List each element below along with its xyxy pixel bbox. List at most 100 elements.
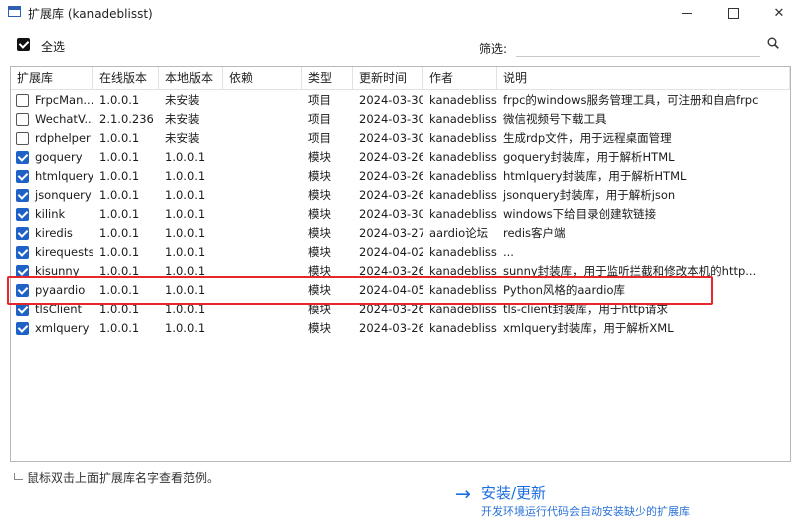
window-title: 扩展库 (kanadeblisst) — [28, 7, 153, 21]
row-checkbox[interactable] — [16, 208, 29, 221]
row-checkbox[interactable] — [16, 113, 29, 126]
table-row[interactable]: xmlquery 1.0.0.1 1.0.0.1 模块 2024-03-26 kanade… — [11, 319, 790, 338]
cell-desc: jsonquery封装库，用于解析json — [503, 188, 676, 202]
cell-date: 2024-03-30 — [359, 207, 423, 221]
column-header-desc[interactable]: 说明 — [497, 67, 790, 89]
column-header-online[interactable]: 在线版本 — [93, 67, 159, 89]
cell-date: 2024-03-30 — [359, 93, 423, 107]
cell-deps — [223, 205, 302, 224]
table-row[interactable]: WechatV... 2.1.0.236 未安装 项目 2024-03-30 kanade… — [11, 110, 790, 129]
cell-local: 未安装 — [165, 131, 200, 145]
row-checkbox[interactable] — [16, 227, 29, 240]
row-checkbox[interactable] — [16, 151, 29, 164]
column-header-name[interactable]: 扩展库 — [11, 67, 93, 89]
cell-deps — [223, 243, 302, 262]
cell-desc: xmlquery封装库，用于解析XML — [503, 321, 674, 335]
row-checkbox[interactable] — [16, 246, 29, 259]
cell-type: 模块 — [308, 207, 331, 221]
cell-author: kanadeblisst — [429, 112, 497, 126]
cell-name: xmlquery — [35, 321, 90, 335]
hint-bracket-icon — [14, 473, 23, 480]
cell-online: 1.0.0.1 — [99, 245, 140, 259]
row-checkbox[interactable] — [16, 94, 29, 107]
cell-type: 模块 — [308, 226, 331, 240]
cell-local: 1.0.0.1 — [165, 207, 206, 221]
cell-name: WechatV... — [35, 112, 93, 126]
cell-deps — [223, 319, 302, 338]
row-checkbox[interactable] — [16, 189, 29, 202]
close-icon: ✕ — [773, 5, 785, 21]
column-header-author[interactable]: 作者 — [423, 67, 497, 89]
table-row[interactable]: jsonquery 1.0.0.1 1.0.0.1 模块 2024-03-26 kanad… — [11, 186, 790, 205]
cell-online: 1.0.0.1 — [99, 226, 140, 240]
column-header-deps[interactable]: 依赖 — [223, 67, 302, 89]
table-row[interactable]: kiredis 1.0.0.1 1.0.0.1 模块 2024-03-27 aardio论… — [11, 224, 790, 243]
maximize-button[interactable] — [710, 0, 756, 26]
cell-desc: frpc的windows服务管理工具，可注册和自启frpc — [503, 93, 759, 107]
cell-name: FrpcMan... — [35, 93, 93, 107]
cell-online: 1.0.0.1 — [99, 207, 140, 221]
cell-local: 1.0.0.1 — [165, 321, 206, 335]
cell-date: 2024-03-30 — [359, 131, 423, 145]
cell-author: kanadeblisst — [429, 131, 497, 145]
window-app-icon — [8, 6, 21, 17]
install-title: 安装/更新 — [481, 484, 547, 502]
filter-input[interactable] — [516, 34, 760, 57]
cell-date: 2024-03-26 — [359, 169, 423, 183]
cell-author: kanadeblisst — [429, 207, 497, 221]
cell-online: 1.0.0.1 — [99, 93, 140, 107]
cell-date: 2024-03-30 — [359, 112, 423, 126]
table-row[interactable]: rdphelper 1.0.0.1 未安装 项目 2024-03-30 kanadebli… — [11, 129, 790, 148]
cell-local: 1.0.0.1 — [165, 169, 206, 183]
cell-desc: ... — [503, 245, 514, 259]
table-row[interactable]: kilink 1.0.0.1 1.0.0.1 模块 2024-03-30 kanadebl… — [11, 205, 790, 224]
row-checkbox[interactable] — [16, 322, 29, 335]
cell-author: kanadeblisst — [429, 150, 497, 164]
cell-author: kanadeblisst — [429, 321, 497, 335]
cell-type: 模块 — [308, 321, 331, 335]
cell-deps — [223, 129, 302, 148]
extension-list[interactable]: 扩展库 在线版本 本地版本 依赖 类型 更新时间 作者 说明 FrpcMan... 1.0.0.… — [10, 66, 791, 462]
column-header-type[interactable]: 类型 — [302, 67, 353, 89]
arrow-right-icon: → — [455, 483, 471, 505]
cell-author: kanadeblisst — [429, 188, 497, 202]
table-row[interactable]: htmlquery 1.0.0.1 1.0.0.1 模块 2024-03-26 kanad… — [11, 167, 790, 186]
cell-online: 1.0.0.1 — [99, 188, 140, 202]
select-all-checkbox[interactable] — [17, 38, 30, 51]
cell-desc: htmlquery封装库，用于解析HTML — [503, 169, 687, 183]
cell-type: 项目 — [308, 131, 331, 145]
minimize-button[interactable] — [664, 0, 710, 26]
cell-type: 项目 — [308, 93, 331, 107]
cell-deps — [223, 148, 302, 167]
cell-type: 模块 — [308, 169, 331, 183]
cell-name: jsonquery — [35, 188, 92, 202]
highlight-box — [7, 276, 713, 305]
cell-type: 模块 — [308, 245, 331, 259]
table-row[interactable]: kirequests 1.0.0.1 1.0.0.1 模块 2024-04-02 kana… — [11, 243, 790, 262]
column-header-local[interactable]: 本地版本 — [159, 67, 223, 89]
cell-local: 1.0.0.1 — [165, 245, 206, 259]
row-checkbox[interactable] — [16, 170, 29, 183]
cell-date: 2024-03-26 — [359, 150, 423, 164]
cell-deps — [223, 186, 302, 205]
cell-name: rdphelper — [35, 131, 91, 145]
table-row[interactable]: FrpcMan... 1.0.0.1 未安装 项目 2024-03-30 kanadebl… — [11, 91, 790, 110]
cell-online: 1.0.0.1 — [99, 150, 140, 164]
cell-author: aardio论坛 — [429, 226, 489, 240]
cell-local: 未安装 — [165, 93, 200, 107]
cell-deps — [223, 110, 302, 129]
search-icon[interactable] — [767, 37, 779, 49]
cell-deps — [223, 224, 302, 243]
cell-online: 1.0.0.1 — [99, 169, 140, 183]
usage-hint: 鼠标双击上面扩展库名字查看范例。 — [14, 469, 219, 486]
table-row[interactable]: goquery 1.0.0.1 1.0.0.1 模块 2024-03-26 kanadeb… — [11, 148, 790, 167]
cell-deps — [223, 167, 302, 186]
cell-local: 未安装 — [165, 112, 200, 126]
column-header-date[interactable]: 更新时间 — [353, 67, 423, 89]
close-button[interactable]: ✕ — [756, 0, 802, 26]
cell-date: 2024-03-27 — [359, 226, 423, 240]
cell-author: kanadeblisst — [429, 93, 497, 107]
cell-date: 2024-04-02 — [359, 245, 423, 259]
cell-desc: redis客户端 — [503, 226, 566, 240]
row-checkbox[interactable] — [16, 132, 29, 145]
